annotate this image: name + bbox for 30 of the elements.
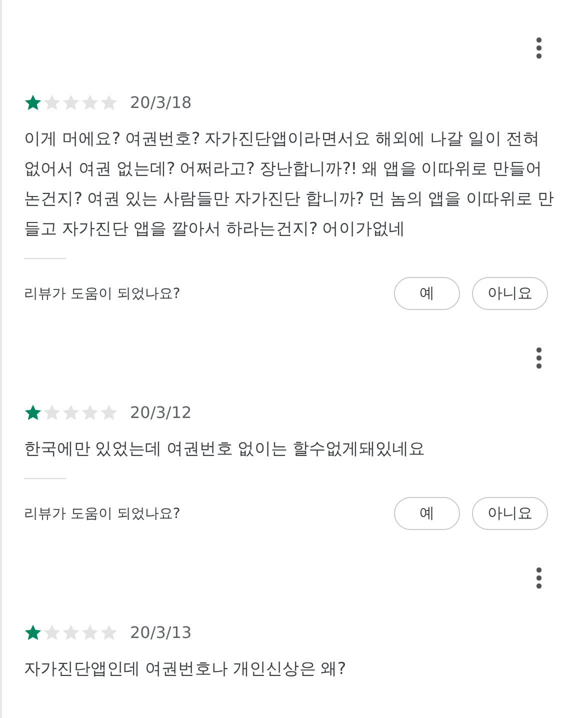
- helpful-question: 리뷰가 도움이 되었나요?: [24, 284, 182, 302]
- star-icon: [43, 404, 61, 421]
- more-options-icon[interactable]: [536, 37, 542, 59]
- star-icon: [81, 404, 99, 421]
- review-text: 이게 머에요? 여권번호? 자가진단앱이라면서요 해외에 나갈 일이 전혀 없어서 여권 없는데? 어쩌라고? 장난합니까?! 왜 앱을 이따위로 만들어논건지? 여권 있는 사람들만 자가진단 합니까? 먼 놈의 앱을 이따위로 만들고 자가진단 앱을 깔아서 하라는건지? 어이가없네: [24, 128, 554, 240]
- star-icon: [81, 624, 99, 641]
- helpful-question: 리뷰가 도움이 되었나요?: [24, 504, 182, 522]
- star-icon: [24, 404, 42, 421]
- star-icon: [24, 94, 42, 111]
- review-date: 20/3/18: [130, 93, 192, 112]
- review-date: 20/3/12: [130, 403, 192, 422]
- no-button[interactable]: 아니요: [472, 497, 548, 530]
- review-text: 한국에만 있었는데 여권번호 없이는 할수없게돼있네요: [24, 438, 426, 460]
- no-button[interactable]: 아니요: [472, 277, 548, 310]
- star-icon: [62, 94, 80, 111]
- yes-button[interactable]: 예: [394, 277, 460, 310]
- star-icon: [81, 94, 99, 111]
- more-options-icon[interactable]: [536, 567, 542, 589]
- star-icon: [100, 404, 118, 421]
- star-icon: [43, 624, 61, 641]
- star-icon: [62, 404, 80, 421]
- star-icon: [62, 624, 80, 641]
- yes-button[interactable]: 예: [394, 497, 460, 530]
- star-icon: [24, 624, 42, 641]
- review-text: 자가진단앱인데 여권번호나 개인신상은 왜?: [24, 658, 347, 680]
- star-icon: [100, 94, 118, 111]
- star-icon: [100, 624, 118, 641]
- more-options-icon[interactable]: [536, 347, 542, 369]
- review-date: 20/3/13: [130, 623, 192, 642]
- star-icon: [43, 94, 61, 111]
